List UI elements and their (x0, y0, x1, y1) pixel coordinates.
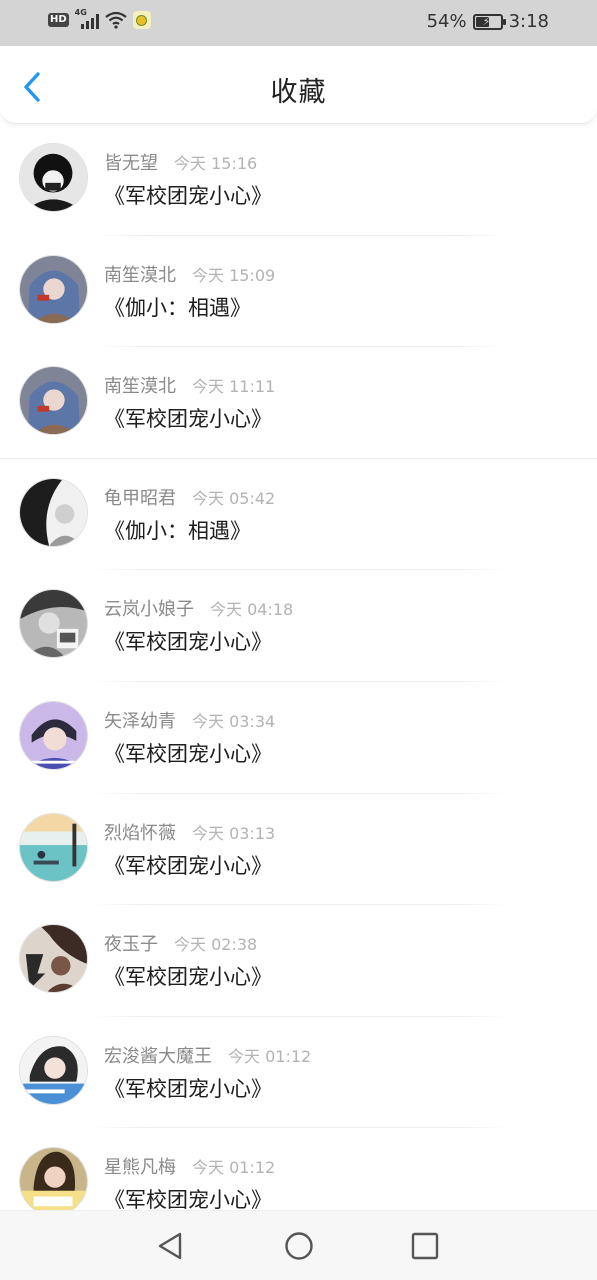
avatar[interactable] (19, 254, 88, 324)
charging-bolt-icon: ⚡ (482, 14, 491, 28)
avatar[interactable] (19, 477, 88, 547)
signal-icon: 4G (75, 8, 99, 29)
timestamp: 今天 01:12 (228, 1046, 312, 1066)
user-name: 南笙漠北 (104, 264, 176, 286)
list-item[interactable]: 矢泽幼青 今天 03:34 《军校团宠小心》 (0, 682, 597, 794)
list-item[interactable]: 龟甲昭君 今天 05:42 《伽小：相遇》 (0, 459, 597, 571)
avatar[interactable] (19, 812, 88, 882)
list-item[interactable]: 云岚小娘子 今天 04:18 《军校团宠小心》 (0, 570, 597, 682)
list-item[interactable]: 南笙漠北 今天 15:09 《伽小：相遇》 (0, 236, 597, 348)
battery-percent: 54% (426, 11, 467, 32)
user-name: 星熊凡梅 (104, 1157, 176, 1179)
page-title: 收藏 (270, 77, 327, 108)
user-name: 龟甲昭君 (104, 487, 176, 509)
system-nav-bar (0, 1210, 597, 1280)
book-title: 《军校团宠小心》 (104, 741, 272, 766)
hd-badge: HD (48, 13, 69, 27)
circle-home-icon[interactable] (283, 1230, 315, 1262)
wifi-icon (104, 11, 127, 29)
status-left: HD 4G (48, 8, 151, 29)
square-recent-icon[interactable] (409, 1230, 441, 1262)
user-name: 宏浚酱大魔王 (104, 1045, 212, 1067)
screen: HD 4G 54% ⚡ 3:18 收藏 皆无望 今天 15:16 《军校团宠小心… (0, 0, 597, 1280)
avatar[interactable] (19, 1147, 88, 1210)
list-item[interactable]: 宏浚酱大魔王 今天 01:12 《军校团宠小心》 (0, 1017, 597, 1129)
list-item[interactable]: 南笙漠北 今天 11:11 《军校团宠小心》 (0, 347, 597, 459)
timestamp: 今天 15:09 (192, 265, 276, 285)
user-name: 夜玉子 (104, 934, 158, 956)
avatar[interactable] (19, 366, 88, 436)
list-item[interactable]: 皆无望 今天 15:16 《军校团宠小心》 (0, 124, 597, 236)
list-item[interactable]: 夜玉子 今天 02:38 《军校团宠小心》 (0, 905, 597, 1017)
status-right: 54% ⚡ 3:18 (427, 11, 549, 32)
list-item[interactable]: 烈焰怀薇 今天 03:13 《军校团宠小心》 (0, 794, 597, 906)
book-title: 《军校团宠小心》 (104, 853, 272, 878)
book-title: 《军校团宠小心》 (104, 184, 272, 208)
header: 收藏 (0, 46, 597, 124)
timestamp: 今天 03:13 (192, 823, 276, 843)
user-name: 云岚小娘子 (104, 599, 194, 621)
book-title: 《军校团宠小心》 (104, 630, 272, 655)
book-title: 《军校团宠小心》 (104, 407, 272, 432)
book-title: 《伽小：相遇》 (104, 518, 251, 543)
list-item[interactable]: 星熊凡梅 今天 01:12 《军校团宠小心》 (0, 1128, 597, 1210)
user-name: 烈焰怀薇 (104, 822, 176, 844)
user-name: 矢泽幼青 (104, 710, 176, 732)
app-notification-icon (132, 11, 151, 29)
favorites-list: 皆无望 今天 15:16 《军校团宠小心》 南笙漠北 今天 15:09 《伽小：… (0, 124, 597, 1210)
avatar[interactable] (19, 924, 88, 994)
timestamp: 今天 01:12 (192, 1158, 276, 1178)
avatar[interactable] (19, 1035, 88, 1105)
avatar[interactable] (19, 700, 88, 770)
timestamp: 今天 15:16 (174, 154, 258, 173)
battery-icon: ⚡ (472, 13, 506, 30)
timestamp: 今天 11:11 (192, 377, 276, 397)
book-title: 《伽小：相遇》 (104, 295, 251, 320)
avatar[interactable] (19, 589, 88, 659)
user-name: 南笙漠北 (104, 376, 176, 398)
timestamp: 今天 03:34 (192, 711, 276, 731)
avatar[interactable] (19, 143, 88, 212)
timestamp: 今天 02:38 (174, 935, 258, 955)
triangle-back-icon[interactable] (154, 1230, 186, 1262)
clock: 3:18 (508, 11, 549, 32)
timestamp: 今天 04:18 (210, 600, 294, 620)
status-bar: HD 4G 54% ⚡ 3:18 (0, 0, 597, 46)
book-title: 《军校团宠小心》 (104, 965, 272, 990)
user-name: 皆无望 (104, 153, 158, 174)
book-title: 《军校团宠小心》 (104, 1076, 272, 1101)
book-title: 《军校团宠小心》 (104, 1188, 272, 1210)
timestamp: 今天 05:42 (192, 488, 276, 508)
